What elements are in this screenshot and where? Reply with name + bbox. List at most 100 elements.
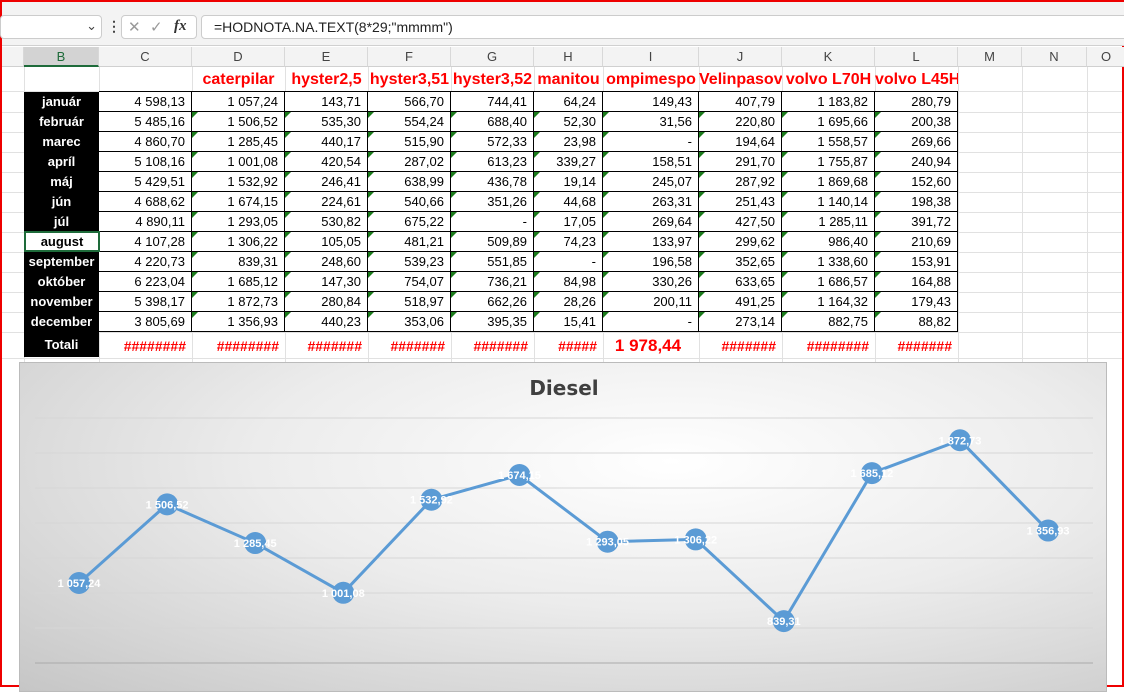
table-cell[interactable]: 540,66 — [368, 192, 451, 212]
table-cell[interactable]: 427,50 — [699, 212, 782, 232]
table-cell[interactable]: 1 057,24 — [192, 91, 285, 112]
month-label[interactable]: január — [24, 92, 99, 112]
table-cell[interactable]: 19,14 — [534, 172, 603, 192]
column-header-F[interactable]: F — [368, 47, 451, 67]
column-header-N[interactable]: N — [1022, 47, 1087, 67]
column-header-C[interactable]: C — [99, 47, 192, 67]
total-cell[interactable]: ##### — [534, 334, 603, 358]
series-header[interactable]: volvo L45H — [875, 68, 958, 92]
table-cell[interactable]: 200,38 — [875, 112, 958, 132]
series-header[interactable]: caterpilar — [192, 68, 285, 92]
table-cell[interactable]: 638,99 — [368, 172, 451, 192]
column-header-B[interactable]: B — [24, 47, 99, 67]
table-cell[interactable]: 4 860,70 — [99, 132, 192, 152]
diesel-chart[interactable]: Diesel 1 057,24 1 506,52 1 285,45 1 001,08 1 … — [19, 362, 1107, 692]
table-cell[interactable]: 74,23 — [534, 232, 603, 252]
table-cell[interactable]: 754,07 — [368, 272, 451, 292]
month-label[interactable]: júl — [24, 212, 99, 232]
table-cell[interactable]: 662,26 — [451, 292, 534, 312]
table-cell[interactable]: 5 398,17 — [99, 292, 192, 312]
table-cell[interactable]: 613,23 — [451, 152, 534, 172]
table-cell[interactable]: 518,97 — [368, 292, 451, 312]
table-cell[interactable]: 15,41 — [534, 312, 603, 332]
table-cell[interactable]: 407,79 — [699, 91, 782, 112]
table-cell[interactable]: 1 356,93 — [192, 312, 285, 332]
table-cell[interactable]: 287,92 — [699, 172, 782, 192]
table-cell[interactable]: 1 869,68 — [782, 172, 875, 192]
series-header[interactable]: ompimespo — [603, 68, 699, 92]
table-cell[interactable]: 539,23 — [368, 252, 451, 272]
table-cell[interactable]: 269,64 — [603, 212, 699, 232]
table-cell[interactable]: 105,05 — [285, 232, 368, 252]
table-cell[interactable]: 675,22 — [368, 212, 451, 232]
table-cell[interactable]: 1 140,14 — [782, 192, 875, 212]
table-cell[interactable]: 153,91 — [875, 252, 958, 272]
table-cell[interactable]: 4 890,11 — [99, 212, 192, 232]
table-cell[interactable]: 1 686,57 — [782, 272, 875, 292]
table-cell[interactable]: 6 223,04 — [99, 272, 192, 292]
table-cell[interactable]: 251,43 — [699, 192, 782, 212]
column-header-G[interactable]: G — [451, 47, 534, 67]
table-cell[interactable]: 395,35 — [451, 312, 534, 332]
table-cell[interactable]: 1 306,22 — [192, 232, 285, 252]
column-header-D[interactable]: D — [192, 47, 285, 67]
column-header-E[interactable]: E — [285, 47, 368, 67]
series-header[interactable]: hyster3,52 — [451, 68, 534, 92]
table-cell[interactable]: 1 674,15 — [192, 192, 285, 212]
table-cell[interactable]: 5 429,51 — [99, 172, 192, 192]
table-cell[interactable]: 28,26 — [534, 292, 603, 312]
table-cell[interactable]: 198,38 — [875, 192, 958, 212]
table-cell[interactable]: 1 338,60 — [782, 252, 875, 272]
total-cell[interactable]: ######## — [192, 334, 285, 358]
table-cell[interactable]: 436,78 — [451, 172, 534, 192]
table-cell[interactable]: 1 285,11 — [782, 212, 875, 232]
table-cell[interactable]: 17,05 — [534, 212, 603, 232]
total-cell[interactable]: ####### — [451, 334, 534, 358]
table-cell[interactable]: - — [603, 132, 699, 152]
table-cell[interactable]: 839,31 — [192, 252, 285, 272]
table-cell[interactable]: 353,06 — [368, 312, 451, 332]
table-cell[interactable]: 291,70 — [699, 152, 782, 172]
total-cell[interactable]: ######## — [99, 334, 192, 358]
table-cell[interactable]: 84,98 — [534, 272, 603, 292]
column-header-J[interactable]: J — [699, 47, 782, 67]
confirm-icon[interactable]: ✓ — [150, 18, 163, 36]
table-cell[interactable]: 280,84 — [285, 292, 368, 312]
month-label[interactable]: apríl — [24, 152, 99, 172]
table-cell[interactable]: 196,58 — [603, 252, 699, 272]
table-cell[interactable]: 744,41 — [451, 91, 534, 112]
table-cell[interactable]: 4 598,13 — [99, 91, 192, 112]
table-cell[interactable]: 152,60 — [875, 172, 958, 192]
table-cell[interactable]: 633,65 — [699, 272, 782, 292]
total-cell[interactable]: ######## — [782, 334, 875, 358]
table-cell[interactable]: 1 164,32 — [782, 292, 875, 312]
table-cell[interactable]: 551,85 — [451, 252, 534, 272]
table-cell[interactable]: 515,90 — [368, 132, 451, 152]
table-cell[interactable]: 554,24 — [368, 112, 451, 132]
table-cell[interactable]: 220,80 — [699, 112, 782, 132]
month-label[interactable]: október — [24, 272, 99, 292]
table-cell[interactable]: 986,40 — [782, 232, 875, 252]
table-cell[interactable]: 64,24 — [534, 91, 603, 112]
table-cell[interactable]: 339,27 — [534, 152, 603, 172]
month-label[interactable]: november — [24, 292, 99, 312]
select-all-corner[interactable] — [2, 47, 24, 67]
table-cell[interactable]: 440,17 — [285, 132, 368, 152]
table-cell[interactable]: 481,21 — [368, 232, 451, 252]
chevron-down-icon[interactable]: ⌄ — [86, 18, 97, 34]
table-cell[interactable]: 391,72 — [875, 212, 958, 232]
table-cell[interactable]: 179,43 — [875, 292, 958, 312]
table-cell[interactable]: 491,25 — [699, 292, 782, 312]
table-cell[interactable]: 200,11 — [603, 292, 699, 312]
table-cell[interactable]: 1 506,52 — [192, 112, 285, 132]
column-header-K[interactable]: K — [782, 47, 875, 67]
table-cell[interactable]: 88,82 — [875, 312, 958, 332]
table-cell[interactable]: 143,71 — [285, 91, 368, 112]
table-cell[interactable]: 5 485,16 — [99, 112, 192, 132]
column-header-L[interactable]: L — [875, 47, 958, 67]
name-box[interactable]: ⌄ — [0, 15, 102, 39]
cancel-icon[interactable]: ✕ — [128, 18, 141, 36]
table-cell[interactable]: 736,21 — [451, 272, 534, 292]
table-cell[interactable]: 572,33 — [451, 132, 534, 152]
table-cell[interactable]: 420,54 — [285, 152, 368, 172]
